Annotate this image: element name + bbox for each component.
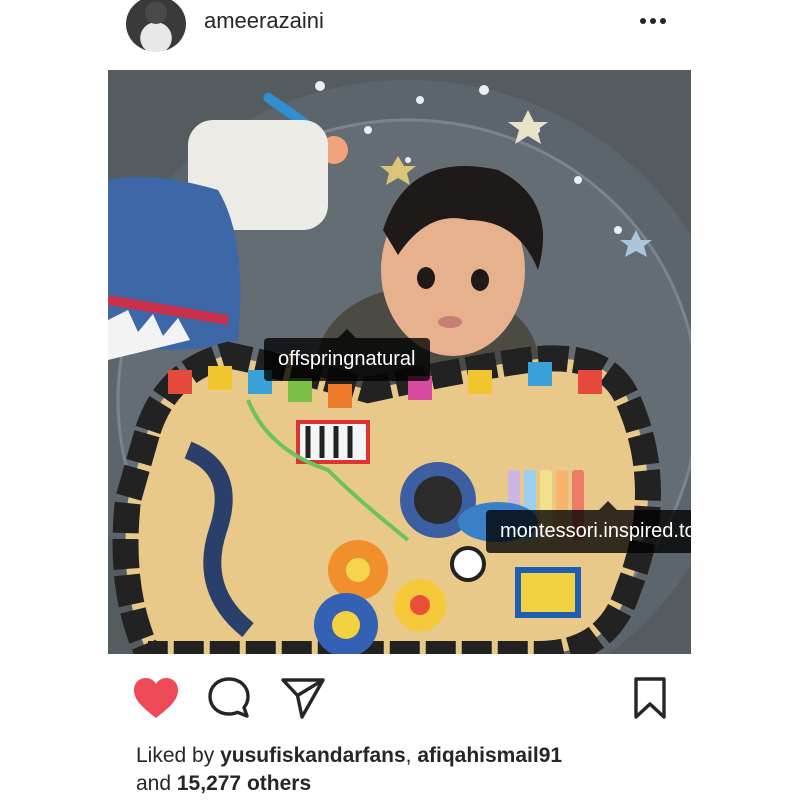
liker-link[interactable]: yusufiskandarfans xyxy=(220,744,406,767)
product-tag[interactable]: montessori.inspired.toys xyxy=(486,501,691,553)
bookmark-icon[interactable] xyxy=(630,676,670,725)
likes-separator: , xyxy=(405,744,418,767)
post-header: ameerazaini xyxy=(0,0,800,60)
username[interactable]: ameerazaini xyxy=(204,8,324,34)
action-bar xyxy=(0,670,800,726)
liker-link[interactable]: afiqahismail91 xyxy=(417,744,562,767)
likes-and: and xyxy=(136,772,177,795)
avatar[interactable] xyxy=(126,0,186,52)
likes-prefix: Liked by xyxy=(136,744,221,767)
comment-icon[interactable] xyxy=(206,676,252,725)
send-icon[interactable] xyxy=(280,676,326,725)
likes-summary: Liked by yusufiskandarfans, afiqahismail… xyxy=(136,742,562,798)
post-image[interactable]: offspringnatural montessori.inspired.toy… xyxy=(108,70,691,654)
product-tag[interactable]: offspringnatural xyxy=(264,329,430,381)
heart-icon[interactable] xyxy=(132,676,180,725)
more-options-icon[interactable] xyxy=(636,4,670,38)
likes-count[interactable]: 15,277 others xyxy=(177,772,311,795)
